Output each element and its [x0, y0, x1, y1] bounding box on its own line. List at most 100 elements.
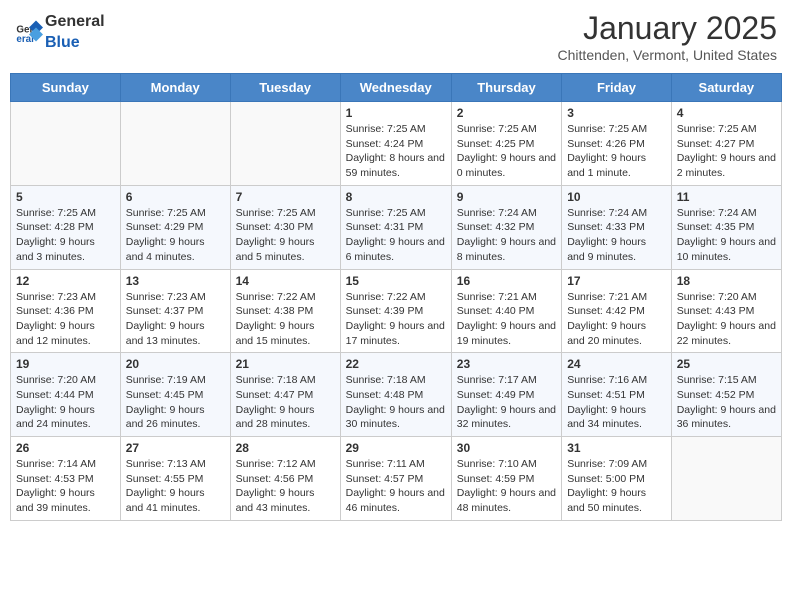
day-number: 15	[346, 274, 446, 288]
day-info: Sunrise: 7:21 AMSunset: 4:42 PMDaylight:…	[567, 290, 666, 349]
day-number: 5	[16, 190, 115, 204]
day-info: Sunrise: 7:25 AMSunset: 4:25 PMDaylight:…	[457, 122, 556, 181]
day-info: Sunrise: 7:24 AMSunset: 4:35 PMDaylight:…	[677, 206, 776, 265]
calendar-cell: 4 Sunrise: 7:25 AMSunset: 4:27 PMDaylight…	[671, 102, 781, 186]
day-number: 6	[126, 190, 225, 204]
day-info: Sunrise: 7:20 AMSunset: 4:44 PMDaylight:…	[16, 373, 115, 432]
day-info: Sunrise: 7:23 AMSunset: 4:36 PMDaylight:…	[16, 290, 115, 349]
day-info: Sunrise: 7:24 AMSunset: 4:32 PMDaylight:…	[457, 206, 556, 265]
day-info: Sunrise: 7:15 AMSunset: 4:52 PMDaylight:…	[677, 373, 776, 432]
day-info: Sunrise: 7:25 AMSunset: 4:27 PMDaylight:…	[677, 122, 776, 181]
weekday-header-sunday: Sunday	[11, 74, 121, 102]
day-number: 16	[457, 274, 556, 288]
calendar-cell: 2Sunrise: 7:25 AMSunset: 4:25 PMDaylight…	[451, 102, 561, 186]
day-number: 26	[16, 441, 115, 455]
day-info: Sunrise: 7:20 AMSunset: 4:43 PMDaylight:…	[677, 290, 776, 349]
calendar-cell: 14Sunrise: 7:22 AMSunset: 4:38 PMDayligh…	[230, 269, 340, 353]
day-number: 12	[16, 274, 115, 288]
calendar-week-row: 26 Sunrise: 7:14 AMSunset: 4:53 PMDayligh…	[11, 437, 782, 521]
calendar-cell: 15 Sunrise: 7:22 AMSunset: 4:39 PMDayligh…	[340, 269, 451, 353]
calendar-cell	[11, 102, 121, 186]
day-number: 11	[677, 190, 776, 204]
day-number: 28	[236, 441, 335, 455]
day-info: Sunrise: 7:09 AMSunset: 5:00 PMDaylight:…	[567, 457, 666, 516]
calendar-cell: 18 Sunrise: 7:20 AMSunset: 4:43 PMDayligh…	[671, 269, 781, 353]
day-info: Sunrise: 7:14 AMSunset: 4:53 PMDaylight:…	[16, 457, 115, 516]
day-number: 13	[126, 274, 225, 288]
day-info: Sunrise: 7:16 AMSunset: 4:51 PMDaylight:…	[567, 373, 666, 432]
calendar-week-row: 19 Sunrise: 7:20 AMSunset: 4:44 PMDayligh…	[11, 353, 782, 437]
calendar-cell: 3 Sunrise: 7:25 AMSunset: 4:26 PMDaylight…	[562, 102, 672, 186]
day-info: Sunrise: 7:25 AMSunset: 4:28 PMDaylight:…	[16, 206, 115, 265]
weekday-header-thursday: Thursday	[451, 74, 561, 102]
day-number: 10	[567, 190, 666, 204]
calendar-cell: 19 Sunrise: 7:20 AMSunset: 4:44 PMDayligh…	[11, 353, 121, 437]
calendar-week-row: 1 Sunrise: 7:25 AMSunset: 4:24 PMDaylight…	[11, 102, 782, 186]
day-info: Sunrise: 7:18 AMSunset: 4:48 PMDaylight:…	[346, 373, 446, 432]
title-block: January 2025 Chittenden, Vermont, United…	[558, 10, 777, 63]
location-text: Chittenden, Vermont, United States	[558, 47, 777, 63]
day-number: 24	[567, 357, 666, 371]
calendar-cell: 28 Sunrise: 7:12 AMSunset: 4:56 PMDayligh…	[230, 437, 340, 521]
day-info: Sunrise: 7:24 AMSunset: 4:33 PMDaylight:…	[567, 206, 666, 265]
calendar-cell: 13 Sunrise: 7:23 AMSunset: 4:37 PMDayligh…	[120, 269, 230, 353]
calendar-week-row: 5 Sunrise: 7:25 AMSunset: 4:28 PMDaylight…	[11, 185, 782, 269]
calendar-cell: 21Sunrise: 7:18 AMSunset: 4:47 PMDayligh…	[230, 353, 340, 437]
calendar-cell: 12 Sunrise: 7:23 AMSunset: 4:36 PMDayligh…	[11, 269, 121, 353]
calendar-cell: 10 Sunrise: 7:24 AMSunset: 4:33 PMDayligh…	[562, 185, 672, 269]
day-number: 4	[677, 106, 776, 120]
calendar-cell: 11 Sunrise: 7:24 AMSunset: 4:35 PMDayligh…	[671, 185, 781, 269]
calendar-cell: 20 Sunrise: 7:19 AMSunset: 4:45 PMDayligh…	[120, 353, 230, 437]
logo-icon: Gen eral	[15, 17, 43, 45]
calendar-cell: 17 Sunrise: 7:21 AMSunset: 4:42 PMDayligh…	[562, 269, 672, 353]
calendar-cell	[671, 437, 781, 521]
day-info: Sunrise: 7:25 AMSunset: 4:31 PMDaylight:…	[346, 206, 446, 265]
weekday-header-friday: Friday	[562, 74, 672, 102]
calendar-table: SundayMondayTuesdayWednesdayThursdayFrid…	[10, 73, 782, 521]
weekday-header-monday: Monday	[120, 74, 230, 102]
day-number: 25	[677, 357, 776, 371]
day-info: Sunrise: 7:22 AMSunset: 4:38 PMDaylight:…	[236, 290, 335, 349]
calendar-week-row: 12 Sunrise: 7:23 AMSunset: 4:36 PMDayligh…	[11, 269, 782, 353]
calendar-cell: 29 Sunrise: 7:11 AMSunset: 4:57 PMDayligh…	[340, 437, 451, 521]
weekday-header-row: SundayMondayTuesdayWednesdayThursdayFrid…	[11, 74, 782, 102]
logo: Gen eral General Blue	[15, 10, 105, 52]
day-number: 19	[16, 357, 115, 371]
calendar-cell: 7Sunrise: 7:25 AMSunset: 4:30 PMDaylight…	[230, 185, 340, 269]
calendar-cell: 1 Sunrise: 7:25 AMSunset: 4:24 PMDaylight…	[340, 102, 451, 186]
day-info: Sunrise: 7:25 AMSunset: 4:29 PMDaylight:…	[126, 206, 225, 265]
day-number: 23	[457, 357, 556, 371]
day-info: Sunrise: 7:22 AMSunset: 4:39 PMDaylight:…	[346, 290, 446, 349]
day-number: 29	[346, 441, 446, 455]
day-number: 3	[567, 106, 666, 120]
day-info: Sunrise: 7:23 AMSunset: 4:37 PMDaylight:…	[126, 290, 225, 349]
calendar-cell: 26 Sunrise: 7:14 AMSunset: 4:53 PMDayligh…	[11, 437, 121, 521]
day-info: Sunrise: 7:25 AMSunset: 4:26 PMDaylight:…	[567, 122, 666, 181]
day-number: 8	[346, 190, 446, 204]
day-info: Sunrise: 7:13 AMSunset: 4:55 PMDaylight:…	[126, 457, 225, 516]
weekday-header-tuesday: Tuesday	[230, 74, 340, 102]
calendar-cell: 22Sunrise: 7:18 AMSunset: 4:48 PMDayligh…	[340, 353, 451, 437]
day-number: 18	[677, 274, 776, 288]
day-info: Sunrise: 7:12 AMSunset: 4:56 PMDaylight:…	[236, 457, 335, 516]
calendar-cell: 23 Sunrise: 7:17 AMSunset: 4:49 PMDayligh…	[451, 353, 561, 437]
day-info: Sunrise: 7:25 AMSunset: 4:24 PMDaylight:…	[346, 122, 446, 181]
day-info: Sunrise: 7:11 AMSunset: 4:57 PMDaylight:…	[346, 457, 446, 516]
day-number: 17	[567, 274, 666, 288]
calendar-cell: 27Sunrise: 7:13 AMSunset: 4:55 PMDayligh…	[120, 437, 230, 521]
day-number: 1	[346, 106, 446, 120]
day-number: 9	[457, 190, 556, 204]
day-info: Sunrise: 7:17 AMSunset: 4:49 PMDaylight:…	[457, 373, 556, 432]
day-info: Sunrise: 7:19 AMSunset: 4:45 PMDaylight:…	[126, 373, 225, 432]
logo-general-text: General	[45, 13, 105, 30]
calendar-cell: 25 Sunrise: 7:15 AMSunset: 4:52 PMDayligh…	[671, 353, 781, 437]
day-info: Sunrise: 7:21 AMSunset: 4:40 PMDaylight:…	[457, 290, 556, 349]
calendar-cell	[120, 102, 230, 186]
calendar-cell: 30Sunrise: 7:10 AMSunset: 4:59 PMDayligh…	[451, 437, 561, 521]
calendar-cell: 16 Sunrise: 7:21 AMSunset: 4:40 PMDayligh…	[451, 269, 561, 353]
logo-blue-text: Blue	[45, 34, 80, 51]
day-number: 20	[126, 357, 225, 371]
calendar-cell: 8 Sunrise: 7:25 AMSunset: 4:31 PMDaylight…	[340, 185, 451, 269]
month-title: January 2025	[558, 10, 777, 47]
day-info: Sunrise: 7:25 AMSunset: 4:30 PMDaylight:…	[236, 206, 335, 265]
